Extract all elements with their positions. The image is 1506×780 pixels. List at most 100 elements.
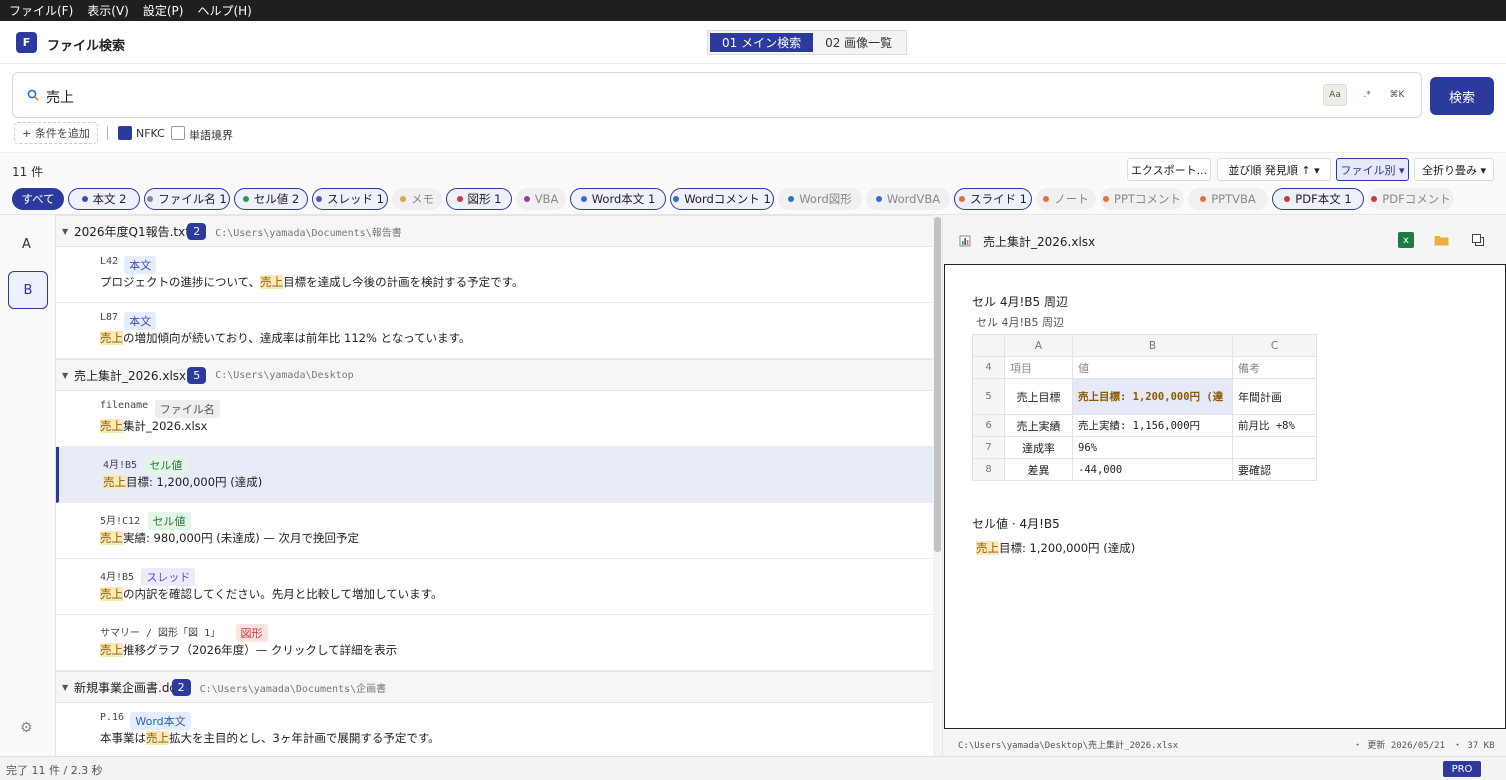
filter-chip[interactable]: PDFコメント bbox=[1368, 188, 1454, 210]
preview-body: セル 4月!B5 周辺 セル 4月!B5 周辺 A B C 4 項目値備考 5 売上目標 売上… bbox=[944, 264, 1506, 729]
snippet-after: 拡大を主目的とし、3ヶ年計画で展開する予定です。 bbox=[169, 731, 440, 745]
collapse-all-dropdown[interactable]: 全折り畳み ▾ bbox=[1414, 158, 1494, 181]
snippet-match: 売上 bbox=[146, 731, 169, 745]
regex-toggle[interactable]: .* bbox=[1355, 84, 1379, 106]
result-row[interactable]: サマリー / 図形「図 1」 図形 売上推移グラフ（2026年度）— クリックして詳… bbox=[56, 615, 934, 671]
word-boundary-checkbox[interactable] bbox=[171, 126, 185, 140]
filter-chip[interactable]: メモ bbox=[392, 188, 442, 210]
filter-chip[interactable]: PPTコメント bbox=[1100, 188, 1184, 210]
result-row[interactable]: filename ファイル名 売上集計_2026.xlsx bbox=[56, 391, 934, 447]
filter-chip[interactable]: 本文 2 bbox=[68, 188, 140, 210]
results-scrollbar-thumb[interactable] bbox=[934, 217, 941, 552]
result-snippet: 売上の増加傾向が続いており、達成率は前年比 112% となっています。 bbox=[100, 330, 470, 346]
open-folder-icon[interactable] bbox=[1433, 232, 1449, 248]
category-dot-icon bbox=[1103, 196, 1110, 202]
filter-chip[interactable]: PDF本文 1 bbox=[1272, 188, 1364, 210]
category-dot-icon bbox=[400, 196, 406, 202]
sheet-column-header: B bbox=[1072, 334, 1233, 357]
menu-help[interactable]: ヘルプ(H) bbox=[197, 2, 251, 19]
result-snippet: 売上目標: 1,200,000円 (達成) bbox=[103, 474, 262, 490]
app-title: ファイル検索 bbox=[47, 39, 126, 54]
match-count-badge: 2 bbox=[187, 222, 207, 240]
result-row[interactable]: L87 本文 売上の増加傾向が続いており、達成率は前年比 112% となっています。 bbox=[56, 303, 934, 359]
category-dot-icon bbox=[959, 196, 965, 202]
sheet-preview-table: A B C 4 項目値備考 5 売上目標 売上目標: 1,200,000円 (達 年間計画 6 売上… bbox=[972, 334, 1317, 481]
filter-chip[interactable]: 図形 1 bbox=[446, 188, 512, 210]
filter-chip-label: ファイル名 1 bbox=[158, 192, 227, 206]
search-button[interactable]: 検索 bbox=[1430, 77, 1494, 115]
result-row[interactable]: 5月!C12 セル値 売上実績: 980,000円 (未達成) — 次月で挽回予定 bbox=[56, 503, 934, 559]
copy-path-icon[interactable] bbox=[1470, 232, 1486, 248]
sheet-row: 4 項目値備考 bbox=[972, 356, 1317, 379]
search-box[interactable]: 売上 Aa .* ⌘K bbox=[12, 72, 1422, 118]
category-dot-icon bbox=[81, 196, 88, 202]
group-by-dropdown[interactable]: ファイル別 ▾ bbox=[1336, 158, 1409, 181]
filter-chip[interactable]: スレッド 1 bbox=[312, 188, 388, 210]
filter-chip[interactable]: PPTVBA bbox=[1188, 188, 1268, 210]
preview-title: 売上集計_2026.xlsx bbox=[983, 235, 1096, 249]
cell-context-subtitle: セル 4月!B5 周辺 bbox=[976, 316, 1064, 329]
preview-header: 売上集計_2026.xlsx x bbox=[943, 215, 1506, 264]
filter-chip[interactable]: Word本文 1 bbox=[570, 188, 666, 210]
menu-settings[interactable]: 設定(P) bbox=[143, 2, 184, 19]
menu-file[interactable]: ファイル(F) bbox=[9, 2, 73, 19]
sheet-cell: 備考 bbox=[1232, 356, 1317, 379]
export-button[interactable]: エクスポート... bbox=[1127, 158, 1211, 181]
tab-image-list[interactable]: 02 画像一覧 bbox=[813, 33, 904, 52]
open-in-excel-icon[interactable]: x bbox=[1398, 232, 1414, 248]
result-row[interactable]: L42 本文 プロジェクトの進捗について、売上目標を達成し今後の計画を検討する予定で… bbox=[56, 247, 934, 303]
filter-chip-label: PDFコメント bbox=[1382, 192, 1451, 206]
snippet-match: 売上 bbox=[100, 419, 123, 433]
collapse-triangle-icon[interactable]: ▼ bbox=[62, 371, 68, 380]
rail-item-b[interactable]: B bbox=[8, 271, 48, 309]
collapse-triangle-icon[interactable]: ▼ bbox=[62, 227, 68, 236]
sheet-row-number: 6 bbox=[972, 414, 1005, 437]
nfkc-checkbox[interactable] bbox=[118, 126, 132, 140]
result-row[interactable]: 4月!B5 スレッド 売上の内訳を確認してください。先月と比較して増加しています。 bbox=[56, 559, 934, 615]
file-group-header[interactable]: ▼ 新規事業企画書.docx 2 C:\Users\yamada\Documents\… bbox=[56, 671, 934, 703]
filter-chip[interactable]: ファイル名 1 bbox=[144, 188, 230, 210]
sheet-row: 5 売上目標 売上目標: 1,200,000円 (達 年間計画 bbox=[972, 378, 1317, 415]
sheet-row: 6 売上実績 売上実績: 1,156,000円 前月比 +8% bbox=[972, 414, 1317, 437]
filter-chip-label: PDF本文 1 bbox=[1295, 192, 1352, 206]
filter-chip[interactable]: Wordコメント 1 bbox=[670, 188, 774, 210]
spreadsheet-file-icon bbox=[959, 235, 971, 247]
filter-chip[interactable]: ノート bbox=[1036, 188, 1096, 210]
preview-pane: 売上集計_2026.xlsx x セル 4月!B5 周辺 セル 4月!B5 周辺… bbox=[942, 215, 1506, 756]
gear-icon[interactable]: ⚙ bbox=[20, 720, 33, 736]
sheet-cell: 売上実績 bbox=[1004, 414, 1073, 437]
filter-chip[interactable]: Word図形 bbox=[778, 188, 862, 210]
filter-chip-label: 本文 2 bbox=[92, 192, 127, 206]
result-row[interactable]: P.16 Word本文 本事業は売上拡大を主目的とし、3ヶ年計画で展開する予定です。 bbox=[56, 703, 934, 756]
tab-main-search[interactable]: 01 メイン検索 bbox=[710, 33, 814, 52]
filter-chip-label: メモ bbox=[411, 192, 434, 206]
filter-chip[interactable]: セル値 2 bbox=[234, 188, 308, 210]
result-snippet: 本事業は売上拡大を主目的とし、3ヶ年計画で展開する予定です。 bbox=[100, 730, 440, 746]
cell-value-label: セル値 · 4月!B5 bbox=[972, 517, 1060, 531]
result-row[interactable]: 4月!B5 セル値 売上目標: 1,200,000円 (達成) bbox=[56, 447, 934, 503]
add-condition-button[interactable]: + 条件を追加 bbox=[14, 122, 98, 144]
snippet-after: 目標: 1,200,000円 (達成) bbox=[126, 475, 263, 489]
nfkc-label: NFKC bbox=[136, 127, 165, 140]
filter-bar: 11 件 エクスポート... 並び順 発見順 ↑ ▾ ファイル別 ▾ 全折り畳み… bbox=[0, 153, 1506, 215]
menu-view[interactable]: 表示(V) bbox=[87, 2, 129, 19]
filter-chip-label: ノート bbox=[1054, 192, 1089, 206]
word-boundary-label: 単語境界 bbox=[189, 129, 233, 142]
rail-item-a[interactable]: A bbox=[22, 237, 31, 252]
file-group-header[interactable]: ▼ 2026年度Q1報告.txt 2 C:\Users\yamada\Document… bbox=[56, 215, 934, 247]
filter-chip[interactable]: WordVBA bbox=[866, 188, 950, 210]
filter-chip[interactable]: すべて bbox=[12, 188, 64, 210]
filter-chip[interactable]: スライド 1 bbox=[954, 188, 1032, 210]
search-input[interactable]: 売上 bbox=[46, 87, 74, 107]
category-dot-icon bbox=[456, 196, 463, 202]
sort-dropdown[interactable]: 並び順 発見順 ↑ ▾ bbox=[1217, 158, 1331, 181]
sheet-cell: 項目 bbox=[1004, 356, 1073, 379]
collapse-triangle-icon[interactable]: ▼ bbox=[62, 683, 68, 692]
filter-chip[interactable]: VBA bbox=[516, 188, 566, 210]
match-count-badge: 2 bbox=[171, 678, 191, 696]
sheet-column-header: C bbox=[1232, 334, 1317, 357]
file-group-header[interactable]: ▼ 売上集計_2026.xlsx 5 C:\Users\yamada\Desktop bbox=[56, 359, 934, 391]
category-dot-icon bbox=[673, 196, 680, 202]
match-case-toggle[interactable]: Aa bbox=[1323, 84, 1347, 106]
sheet-row-number: 5 bbox=[972, 378, 1005, 415]
